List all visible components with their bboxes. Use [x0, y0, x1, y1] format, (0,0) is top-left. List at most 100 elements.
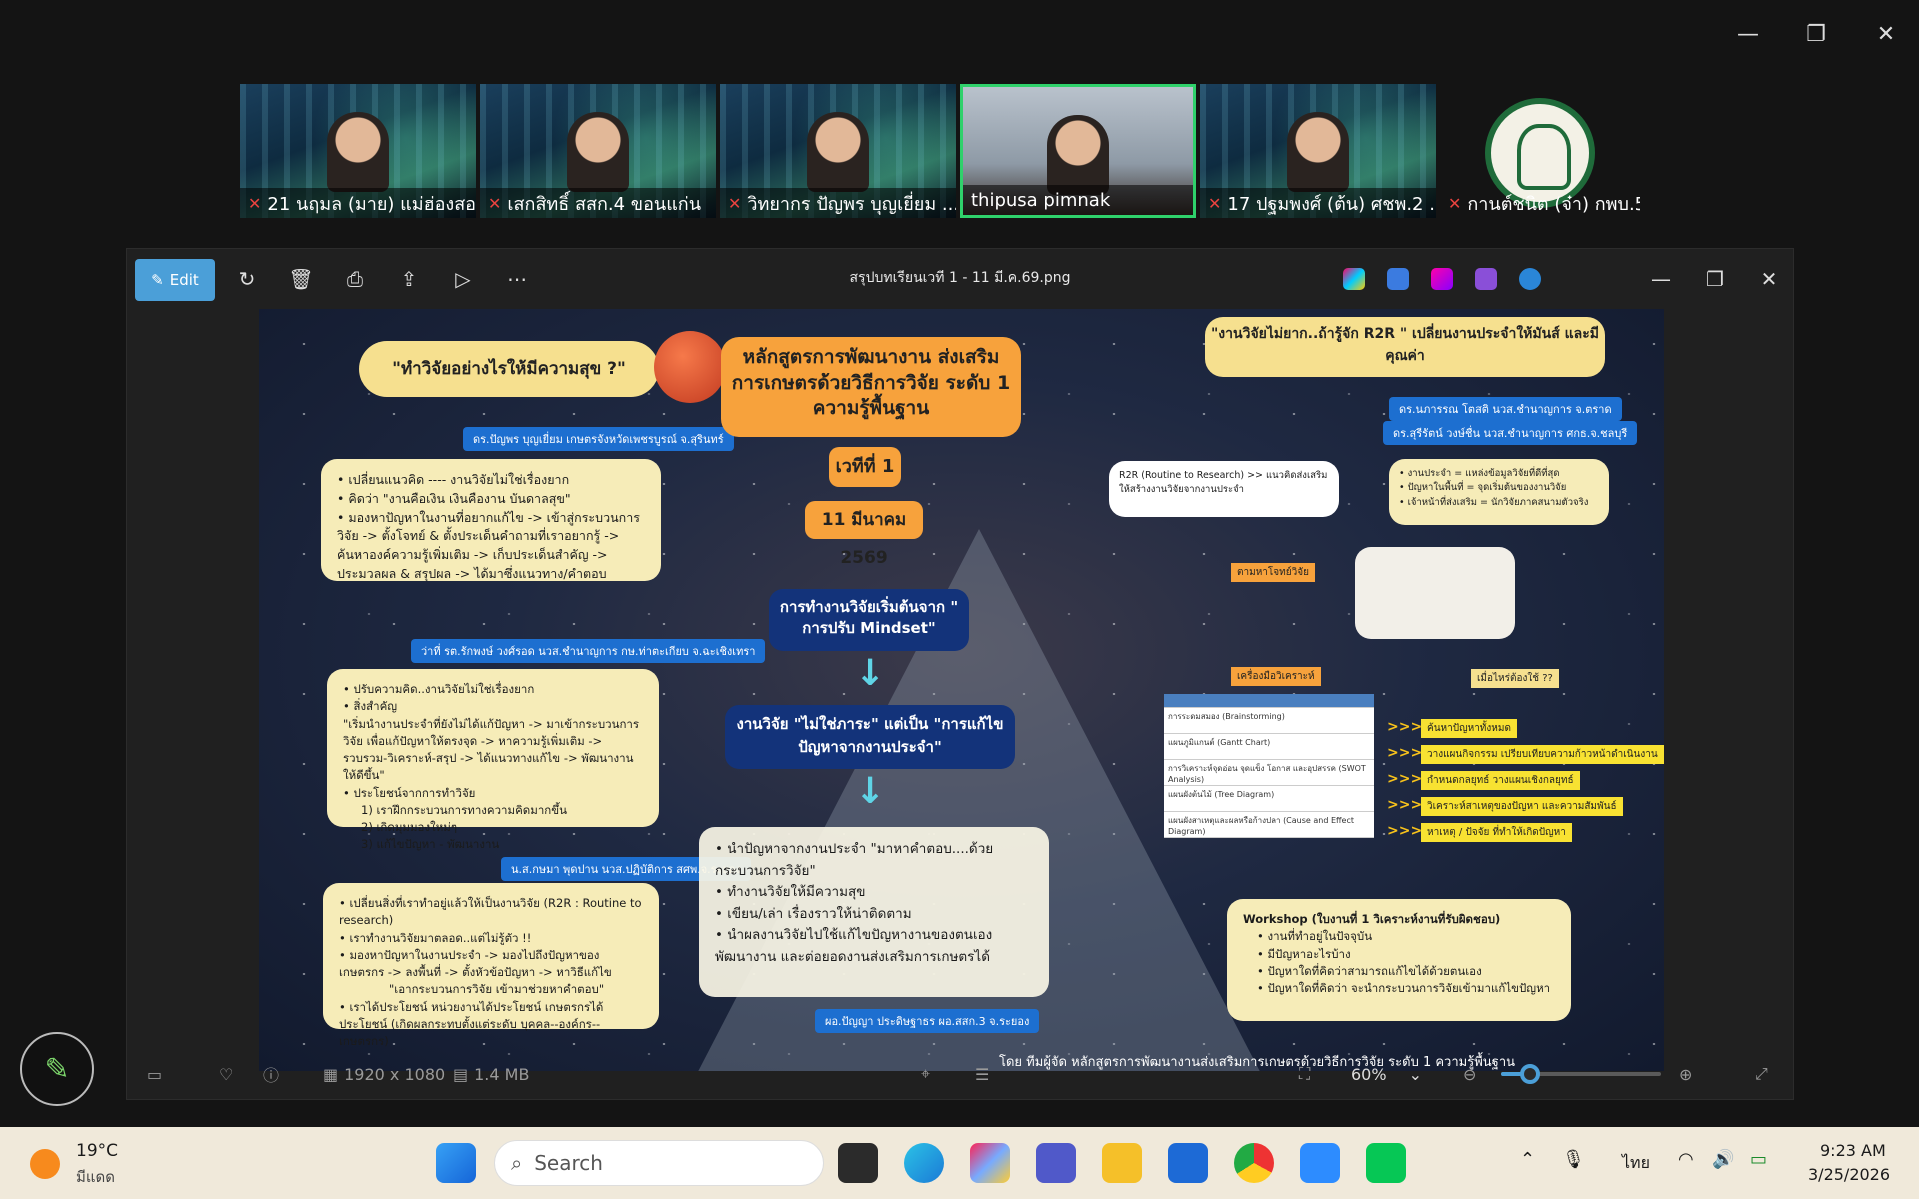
tools-label: เครื่องมือวิเคราะห์: [1231, 667, 1321, 686]
copilot-icon[interactable]: [970, 1143, 1010, 1183]
battery-icon[interactable]: ▭: [1750, 1149, 1767, 1170]
fullscreen-icon[interactable]: ⤢: [1755, 1064, 1768, 1084]
participant-tile[interactable]: ✕ 21 นฤมล (มาย) แม่ฮ่องสอน: [240, 84, 476, 218]
participant-video: [807, 112, 869, 192]
zoom-slider-thumb[interactable]: [1519, 1064, 1540, 1084]
workshop-box: Workshop (ใบงานที่ 1 วิเคราะห์งานที่รับผ…: [1227, 899, 1571, 1021]
participant-tile-active-speaker[interactable]: thipusa pimnak: [960, 84, 1196, 218]
chevron-down-icon: ⌄: [1408, 1064, 1422, 1084]
image-dimensions: ▦ 1920 x 1080: [323, 1064, 446, 1084]
clipchamp-icon[interactable]: [1431, 268, 1453, 290]
participant-tile[interactable]: ✕ เสกสิทธิ์ สสก.4 ขอนแก่น: [480, 84, 716, 218]
participant-tile[interactable]: ✕ กานต์ชนิต (จ๋า) กพบ.5: [1440, 84, 1640, 218]
wifi-icon[interactable]: ◠: [1678, 1149, 1694, 1170]
participant-video: [327, 112, 389, 192]
when-label: เมื่อไหร่ต้องใช้ ??: [1471, 669, 1559, 688]
close-button[interactable]: ✕: [1866, 18, 1906, 50]
volume-icon[interactable]: 🔊: [1712, 1149, 1734, 1170]
windows-taskbar: 19°C มีแดด ⌕ Search ⌃ 🎙 ไทย ◠ 🔊 ▭ 9:23 A…: [0, 1127, 1919, 1199]
designer-icon[interactable]: [1387, 268, 1409, 290]
task-view-icon[interactable]: [838, 1143, 878, 1183]
chevron-icon: >>>: [1387, 797, 1423, 813]
planet-illustration: [654, 331, 726, 403]
question-banner: "ทำวิจัยอย่างไรให้มีความสุข ?": [359, 341, 659, 397]
restore-button[interactable]: ❐: [1796, 18, 1836, 50]
microphone-icon[interactable]: 🎙: [1562, 1149, 1585, 1170]
clock-time[interactable]: 9:23 AM: [1820, 1141, 1886, 1160]
windows-start-icon[interactable]: [436, 1143, 476, 1183]
apps-icon[interactable]: [1475, 268, 1497, 290]
taskbar-search[interactable]: ⌕ Search: [494, 1140, 824, 1186]
arrow-down-icon: ↓: [855, 771, 886, 812]
participant-name: เสกสิทธิ์ สสก.4 ขอนแก่น: [507, 193, 701, 215]
mic-muted-icon: ✕: [248, 193, 262, 213]
session-date: 11 มีนาคม 2569: [805, 501, 923, 568]
infographic-image: "ทำวิจัยอย่างไรให้มีความสุข ?" ดร.ปัญพร …: [259, 309, 1664, 1071]
weather-condition: มีแดด: [76, 1168, 116, 1186]
zoom-in-icon[interactable]: ⊕: [1679, 1065, 1692, 1084]
viewer-restore-icon[interactable]: ❐: [1695, 259, 1735, 299]
photos-viewer-window: ✎ Edit ↻ 🗑 ⎙ ⇪ ▷ ⋯ สรุปบทเรียนเวที 1 - 11…: [126, 248, 1794, 1100]
chrome-icon[interactable]: [1234, 1143, 1274, 1183]
disk-icon: ▤: [453, 1064, 469, 1084]
r2r-banner: "งานวิจัยไม่ยาก..ถ้ารู้จัก R2R " เปลี่ยน…: [1205, 317, 1605, 377]
find-problem-label: ตามหาโจทย์วิจัย: [1231, 563, 1315, 582]
viewer-minimize-icon[interactable]: —: [1641, 259, 1681, 299]
file-title: สรุปบทเรียนเวที 1 - 11 มี.ค.69.png: [849, 270, 1071, 286]
viewer-close-icon[interactable]: ✕: [1749, 259, 1789, 299]
copilot-icon[interactable]: [1343, 268, 1365, 290]
speaker3-notes: เปลี่ยนสิ่งที่เราทำอยู่แล้วให้เป็นงานวิจ…: [323, 883, 659, 1048]
participant-tile[interactable]: ✕ 17 ปฐมพงศ์ (ต้น) ศชพ.2 ...: [1200, 84, 1436, 218]
search-icon: ⌕: [511, 1151, 523, 1175]
mic-muted-icon: ✕: [728, 193, 742, 213]
file-size: ▤ 1.4 MB: [453, 1064, 530, 1084]
chevron-icon: >>>: [1387, 771, 1423, 787]
participant-name: กานต์ชนิต (จ๋า) กพบ.5: [1467, 193, 1640, 215]
info-icon[interactable]: ⓘ: [263, 1062, 279, 1086]
fit-screen-icon[interactable]: ⛶: [1299, 1064, 1310, 1084]
research-diagram: [1355, 547, 1515, 639]
r2r-points: งานประจำ = แหล่งข้อมูลวิจัยที่ดีที่สุด ป…: [1389, 459, 1609, 525]
not-burden-box: งานวิจัย "ไม่ใช่ภาระ" แต่เป็น "การแก้ไขป…: [725, 705, 1015, 769]
participant-video: [1287, 112, 1349, 192]
clock-date[interactable]: 3/25/2026: [1808, 1165, 1890, 1184]
speaker-tag: ดร.สุรีรัตน์ วงษ์ชื่น นวส.ชำนาญการ ศกธ.จ…: [1383, 421, 1638, 445]
zoom-slider[interactable]: [1501, 1064, 1661, 1084]
zoom-icon[interactable]: [1300, 1143, 1340, 1183]
mindset-box: การทำงานวิจัยเริ่มต้นจาก " การปรับ Minds…: [769, 589, 969, 651]
mic-muted-icon: ✕: [488, 193, 502, 213]
arrow-down-icon: ↓: [855, 653, 886, 694]
chevron-icon: >>>: [1387, 719, 1423, 735]
zoom-level-select[interactable]: 60% ⌄: [1343, 1061, 1430, 1088]
edge-icon[interactable]: [904, 1143, 944, 1183]
speaker1-notes: เปลี่ยนแนวคิด ---- งานวิจัยไม่ใช่เรื่องย…: [321, 459, 661, 581]
chevron-icon: >>>: [1387, 823, 1423, 839]
participant-name: วิทยากร ปัญพร บุญเยี่ยม ...: [747, 193, 956, 215]
line-icon[interactable]: [1366, 1143, 1406, 1183]
file-explorer-icon[interactable]: [1102, 1143, 1142, 1183]
filmstrip-icon[interactable]: ▭: [147, 1065, 162, 1084]
r2r-definition: R2R (Routine to Research) >> แนวคิดส่งเส…: [1109, 461, 1339, 517]
temperature: 19°C: [76, 1141, 119, 1161]
language-indicator[interactable]: ไทย: [1622, 1151, 1650, 1176]
chevron-up-icon[interactable]: ⌃: [1520, 1149, 1535, 1170]
speaker-tag: ผอ.ปัญญา ประดิษฐาธร ผอ.สสก.3 จ.ระยอง: [815, 1009, 1040, 1033]
zoom-out-icon[interactable]: ⊖: [1463, 1065, 1476, 1084]
speaker-tag: ดร.นภารรณ โตสติ นวส.ชำนาญการ จ.ตราด: [1389, 397, 1622, 421]
minimize-button[interactable]: —: [1728, 18, 1768, 50]
visual-search-icon[interactable]: ⌖: [921, 1064, 930, 1084]
mic-muted-icon: ✕: [1208, 193, 1222, 213]
store-icon[interactable]: [1168, 1143, 1208, 1183]
teams-icon[interactable]: [1036, 1143, 1076, 1183]
session-label: เวทีที่ 1: [829, 447, 901, 487]
participant-strip: ✕ 21 นฤมล (มาย) แม่ฮ่องสอน ✕ เสกสิทธิ์ สสก…: [240, 84, 1640, 218]
text-scan-icon[interactable]: ☰: [975, 1065, 989, 1084]
annotate-pencil-button[interactable]: ✎: [20, 1032, 94, 1106]
tools-table: การระดมสมอง (Brainstorming) แผนภูมิแกนต์…: [1164, 694, 1374, 838]
participant-tile[interactable]: ✕ วิทยากร ปัญพร บุญเยี่ยม ...: [720, 84, 956, 218]
chevron-icon: >>>: [1387, 745, 1423, 761]
favorite-icon[interactable]: ♡: [219, 1065, 233, 1084]
viewer-status-bar: ▭ ♡ ⓘ ▦ 1920 x 1080 ▤ 1.4 MB ⌖ ☰ ⛶ 60% ⌄ ⊖ …: [127, 1049, 1793, 1099]
speaker-tag: ดร.ปัญพร บุญเยี่ยม เกษตรจังหวัดเพชรบูรณ์…: [463, 427, 734, 451]
onedrive-icon[interactable]: [1519, 268, 1541, 290]
